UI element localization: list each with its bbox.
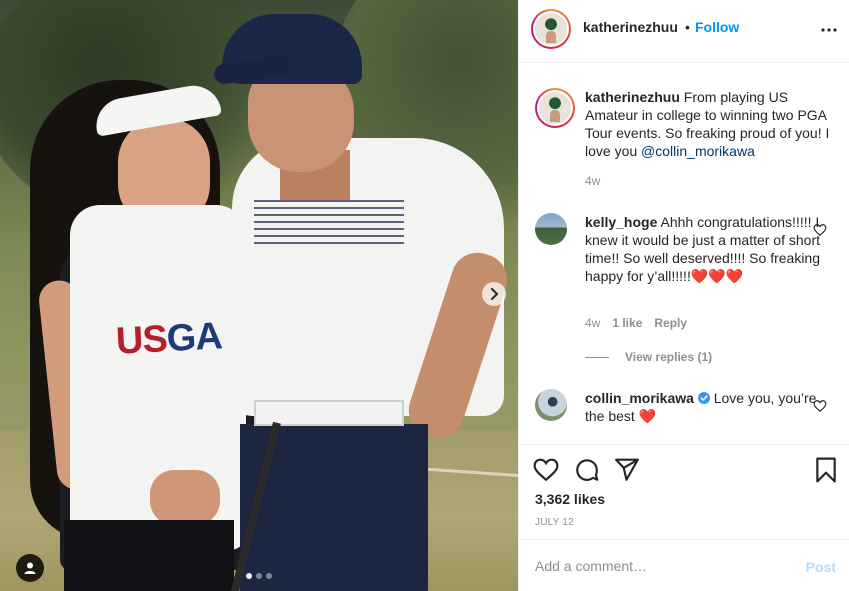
comment-meta: 4w 1 like Reply: [585, 316, 687, 330]
author-avatar[interactable]: [531, 9, 571, 49]
post-side-panel: katherinezhuu • Follow katherinezhuu Fro…: [518, 0, 849, 591]
mention-link[interactable]: @collin_morikawa: [641, 143, 755, 159]
shirt-stripes: [254, 200, 404, 248]
caption-meta: 4w: [585, 174, 600, 188]
comment-text: kelly_hoge Ahhh congratulations!!!!! I k…: [585, 213, 835, 285]
view-replies-button[interactable]: View replies (1): [585, 350, 712, 364]
post-photo[interactable]: USGA: [0, 0, 518, 591]
post-actions: 3,362 likes JULY 12: [519, 444, 849, 539]
usga-logo-us: US: [114, 318, 168, 363]
replies-divider: [585, 356, 609, 358]
comment-text: collin_morikawa Love you, you’re the bes…: [585, 389, 835, 425]
more-horizontal-icon: [821, 28, 837, 32]
likes-count[interactable]: 3,362 likes: [535, 491, 605, 507]
like-button[interactable]: [533, 457, 559, 483]
woman-hands: [150, 470, 220, 525]
comment-button[interactable]: [574, 457, 600, 483]
paper-plane-icon: [615, 458, 639, 481]
reply-button[interactable]: Reply: [654, 316, 687, 330]
comment-input[interactable]: [535, 557, 785, 575]
more-options-button[interactable]: [817, 18, 841, 42]
verified-badge-icon: [697, 392, 710, 404]
avatar-image: [535, 13, 567, 45]
commenter-avatar[interactable]: [535, 213, 567, 245]
woman-skirt: [64, 520, 234, 591]
bookmark-icon: [816, 457, 836, 483]
caption-text: katherinezhuu From playing US Amateur in…: [585, 88, 835, 160]
comment-username[interactable]: collin_morikawa: [585, 390, 694, 406]
comment-bubble-icon: [576, 459, 599, 481]
view-replies-label[interactable]: View replies (1): [625, 350, 712, 364]
chevron-right-icon: [491, 288, 499, 300]
like-comment-heart-icon[interactable]: [813, 399, 827, 413]
user-tags-button[interactable]: [16, 554, 44, 582]
separator-dot: •: [685, 19, 690, 35]
carousel-dot: [256, 573, 262, 579]
usga-logo: USGA: [115, 315, 223, 363]
comments-list[interactable]: katherinezhuu From playing US Amateur in…: [519, 63, 849, 443]
caption-age[interactable]: 4w: [585, 174, 600, 188]
post-header: katherinezhuu • Follow: [519, 0, 849, 63]
share-button[interactable]: [614, 457, 640, 483]
save-button[interactable]: [813, 457, 839, 483]
comment-likes[interactable]: 1 like: [612, 316, 642, 330]
author-username[interactable]: katherinezhuu: [583, 19, 678, 35]
comment-age[interactable]: 4w: [585, 316, 600, 330]
heart-icon: [533, 458, 559, 482]
add-comment-bar: Post: [519, 539, 849, 591]
carousel-dot-active: [246, 573, 252, 579]
usga-logo-ga: GA: [165, 315, 223, 361]
follow-button[interactable]: Follow: [695, 19, 739, 35]
carousel-dot: [266, 573, 272, 579]
user-icon: [24, 562, 36, 574]
like-comment-heart-icon[interactable]: [813, 223, 827, 237]
avatar-image: [539, 92, 571, 124]
caption-username[interactable]: katherinezhuu: [585, 89, 680, 105]
carousel-indicator: [246, 573, 272, 579]
post-date[interactable]: JULY 12: [535, 517, 574, 528]
caption-avatar[interactable]: [535, 88, 575, 128]
post-comment-button[interactable]: Post: [806, 559, 836, 575]
commenter-avatar[interactable]: [535, 389, 567, 421]
next-slide-button[interactable]: [482, 282, 506, 306]
comment-username[interactable]: kelly_hoge: [585, 214, 657, 230]
